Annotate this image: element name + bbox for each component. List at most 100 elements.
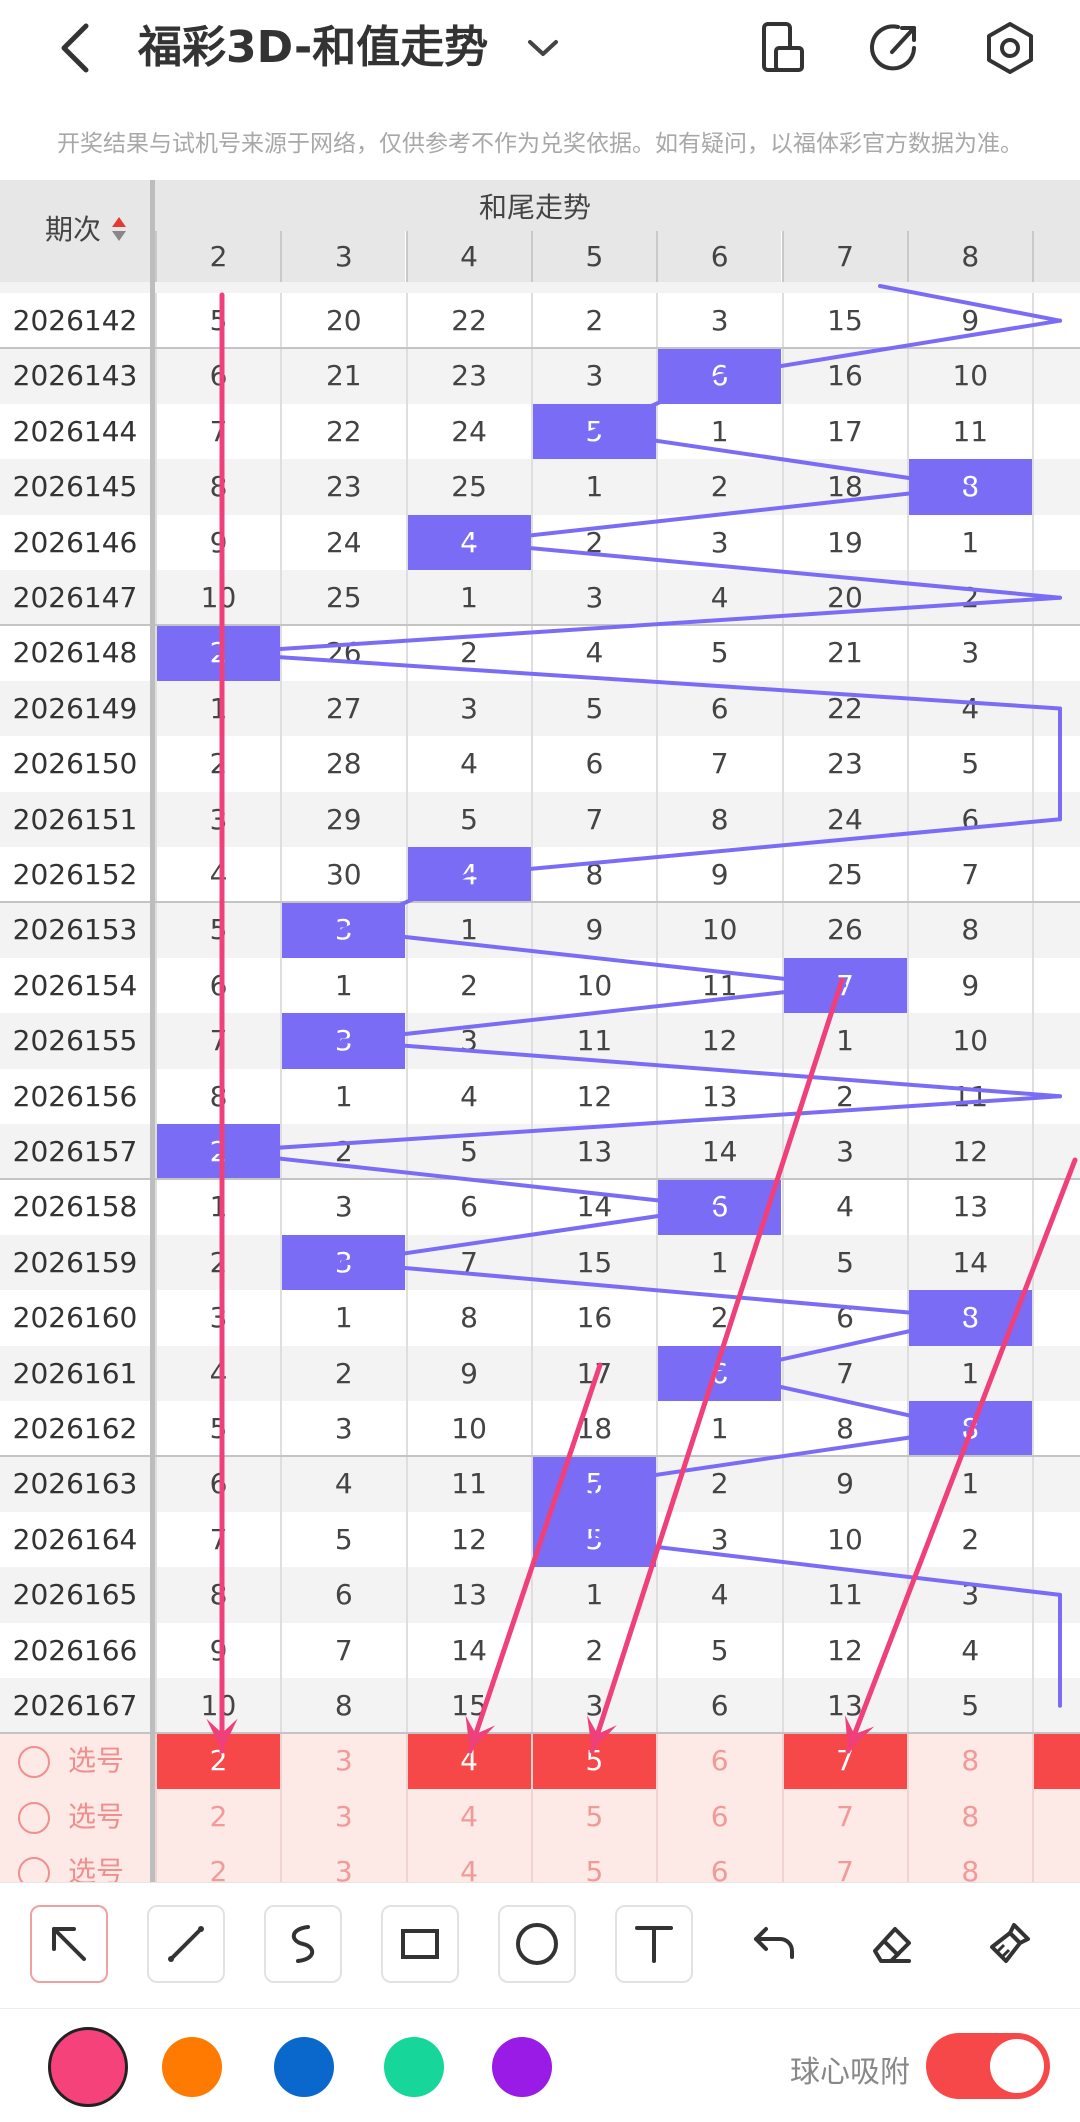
- color-swatch[interactable]: [48, 2027, 128, 2107]
- trend-cell[interactable]: 1: [656, 403, 781, 460]
- trend-cell[interactable]: 8: [906, 1290, 1032, 1346]
- trend-cell[interactable]: 4: [405, 847, 531, 903]
- trend-cell[interactable]: [1032, 1124, 1080, 1180]
- trend-cell[interactable]: 18: [530, 1401, 656, 1457]
- trend-cell[interactable]: 1: [906, 514, 1032, 570]
- share-icon[interactable]: [864, 18, 924, 78]
- trend-cell[interactable]: 8: [155, 1068, 280, 1124]
- trend-cell[interactable]: 1: [906, 1345, 1032, 1401]
- trend-cell[interactable]: 3: [280, 1013, 406, 1069]
- trend-cell[interactable]: [1032, 459, 1080, 515]
- trend-cell[interactable]: 7: [781, 1788, 907, 1845]
- trend-cell[interactable]: 4: [280, 1456, 405, 1512]
- line-tool[interactable]: [147, 1905, 225, 1983]
- trend-cell[interactable]: 14: [656, 1124, 781, 1180]
- select-row-label[interactable]: 选号: [18, 1743, 124, 1779]
- trend-cell[interactable]: 28: [280, 736, 405, 792]
- trend-cell[interactable]: 5: [530, 403, 656, 460]
- select-row[interactable]: 选号 2 3 4 5 6 7 8: [0, 1733, 1080, 1789]
- trend-cell[interactable]: 3: [656, 514, 781, 570]
- undo-tool[interactable]: [736, 1905, 814, 1983]
- trend-cell[interactable]: [1032, 1234, 1080, 1291]
- trend-cell[interactable]: 6: [656, 1733, 781, 1789]
- trend-cell[interactable]: 2: [906, 1511, 1032, 1568]
- trend-cell[interactable]: 7: [656, 736, 781, 792]
- trend-cell[interactable]: 9: [781, 1456, 907, 1512]
- trend-cell[interactable]: 3: [781, 1124, 907, 1180]
- trend-cell[interactable]: 5: [405, 1124, 531, 1180]
- trend-cell[interactable]: 10: [530, 957, 656, 1014]
- pointer-tool[interactable]: [30, 1905, 108, 1983]
- trend-cell[interactable]: 23: [781, 736, 907, 792]
- trend-cell[interactable]: 9: [155, 1622, 280, 1678]
- trend-cell[interactable]: 17: [530, 1345, 656, 1401]
- period-header[interactable]: 期次: [0, 180, 150, 282]
- trend-cell[interactable]: 7: [155, 1511, 280, 1568]
- trend-cell[interactable]: 2: [405, 957, 531, 1014]
- trend-cell[interactable]: [1032, 1068, 1080, 1124]
- trend-cell[interactable]: 5: [155, 902, 280, 958]
- trend-cell[interactable]: 1: [280, 1068, 405, 1124]
- eraser-tool[interactable]: [853, 1905, 931, 1983]
- trend-cell[interactable]: 2: [155, 1234, 280, 1291]
- trend-cell[interactable]: 21: [781, 625, 907, 681]
- trend-cell[interactable]: 15: [781, 293, 907, 349]
- trend-cell[interactable]: 2: [280, 1345, 405, 1401]
- rectangle-tool[interactable]: [381, 1905, 459, 1983]
- trend-cell[interactable]: 24: [280, 514, 405, 570]
- trend-cell[interactable]: 7: [405, 1234, 531, 1291]
- trend-cell[interactable]: 15: [530, 1234, 656, 1291]
- trend-cell[interactable]: 6: [656, 1788, 781, 1845]
- trend-cell[interactable]: 18: [781, 459, 907, 515]
- trend-cell[interactable]: 3: [280, 1234, 406, 1291]
- trend-cell[interactable]: 13: [781, 1678, 907, 1734]
- trend-cell[interactable]: 1: [781, 1013, 907, 1069]
- trend-cell[interactable]: 7: [280, 1622, 405, 1678]
- trend-cell[interactable]: 6: [656, 348, 782, 404]
- trend-cell[interactable]: 8: [906, 1733, 1032, 1789]
- trend-cell[interactable]: 2: [656, 459, 781, 515]
- trend-cell[interactable]: 12: [656, 1013, 781, 1069]
- trend-cell[interactable]: 7: [155, 403, 280, 460]
- trend-cell[interactable]: [1032, 736, 1080, 792]
- trend-cell[interactable]: 14: [906, 1234, 1032, 1291]
- trend-cell[interactable]: 1: [530, 459, 656, 515]
- trend-cell[interactable]: 13: [656, 1068, 781, 1124]
- trend-cell[interactable]: [1032, 1179, 1080, 1235]
- trend-cell[interactable]: 22: [280, 403, 405, 460]
- trend-cell[interactable]: 1: [530, 1567, 656, 1623]
- trend-cell[interactable]: [1032, 570, 1080, 626]
- trend-cell[interactable]: 4: [155, 847, 280, 903]
- trend-cell[interactable]: [1032, 1290, 1080, 1346]
- trend-cell[interactable]: 3: [280, 1401, 405, 1457]
- trend-cell[interactable]: 4: [405, 736, 531, 792]
- trend-cell[interactable]: 6: [155, 1456, 280, 1512]
- trend-cell[interactable]: 8: [280, 1678, 405, 1734]
- trend-cell[interactable]: 3: [155, 791, 280, 847]
- trend-cell[interactable]: [1032, 847, 1080, 903]
- trend-cell[interactable]: 1: [155, 1179, 280, 1235]
- trend-cell[interactable]: 8: [405, 1290, 531, 1346]
- trend-cell[interactable]: 6: [781, 1290, 907, 1346]
- trend-cell[interactable]: 1: [280, 957, 405, 1014]
- trend-cell[interactable]: [1032, 1345, 1080, 1401]
- trend-cell[interactable]: 12: [781, 1622, 907, 1678]
- trend-cell[interactable]: 4: [656, 570, 781, 626]
- trend-cell[interactable]: 23: [405, 348, 531, 404]
- trend-cell[interactable]: 23: [280, 459, 405, 515]
- trend-cell[interactable]: 7: [906, 847, 1032, 903]
- trend-cell[interactable]: 2: [656, 1456, 781, 1512]
- trend-cell[interactable]: 22: [781, 680, 907, 737]
- trend-cell[interactable]: [1032, 293, 1080, 349]
- trend-cell[interactable]: 2: [405, 625, 531, 681]
- trend-cell[interactable]: 10: [656, 902, 781, 958]
- trend-cell[interactable]: 11: [656, 957, 781, 1014]
- trend-cell[interactable]: 12: [530, 1068, 656, 1124]
- trend-cell[interactable]: 9: [530, 902, 656, 958]
- trend-cell[interactable]: 2: [155, 625, 280, 681]
- trend-cell[interactable]: [1032, 625, 1080, 681]
- trend-cell[interactable]: 2: [781, 1068, 907, 1124]
- trend-cell[interactable]: 25: [280, 570, 405, 626]
- trend-cell[interactable]: 16: [530, 1290, 656, 1346]
- trend-cell[interactable]: 3: [530, 1678, 656, 1734]
